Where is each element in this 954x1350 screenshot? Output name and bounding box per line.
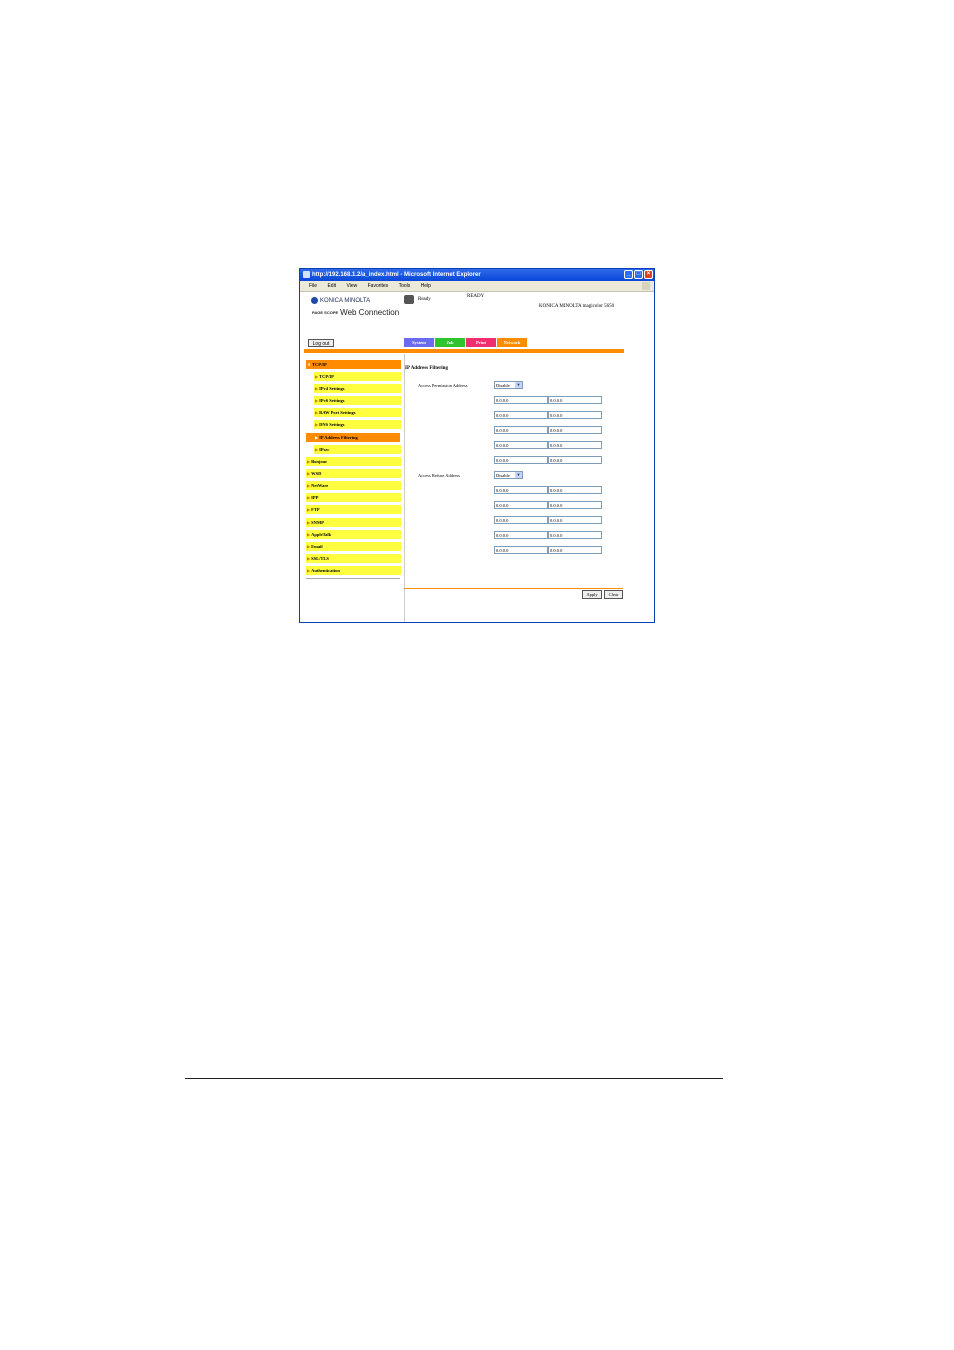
sidebar-item-wsd[interactable]: ▶WSD: [306, 469, 401, 478]
pagescope-web-connection-logo: PAGE SCOPE Web Connection: [312, 308, 400, 317]
minimize-button[interactable]: _: [624, 270, 633, 279]
sidebar-item-ftp[interactable]: ▶FTP: [306, 505, 401, 514]
permission-select[interactable]: Disable ▼: [494, 381, 523, 389]
sidebar-item-ipp[interactable]: ▶IPP: [306, 493, 401, 502]
permission-start-1[interactable]: 0.0.0.0: [494, 396, 548, 404]
sidebar-item-bonjour[interactable]: ▶Bonjour: [306, 457, 401, 466]
sidebar-item-raw-port-settings[interactable]: ▶RAW Port Settings: [314, 408, 401, 417]
menu-view[interactable]: View: [346, 283, 357, 289]
permission-label: Access Permission Address: [418, 383, 468, 388]
form-bottom-divider: [404, 588, 623, 589]
apply-button[interactable]: Apply: [582, 590, 602, 599]
permission-end-1[interactable]: 0.0.0.0: [548, 396, 602, 404]
sidebar-item-dns-settings[interactable]: ▶DNS Settings: [314, 420, 401, 429]
printer-model: KONICA MINOLTA magicolor 5650: [539, 304, 615, 309]
refuse-start-3[interactable]: 0.0.0.0: [494, 516, 548, 524]
refuse-end-5[interactable]: 0.0.0.0: [548, 546, 602, 554]
menu-help[interactable]: Help: [421, 283, 431, 289]
sidebar-item-appletalk[interactable]: ▶AppleTalk: [306, 530, 401, 539]
sidebar-item-tcpip[interactable]: ▶TCP/IP: [314, 372, 401, 381]
close-button[interactable]: ×: [644, 270, 653, 279]
sidebar-item-ssl-tls[interactable]: ▶SSL/TLS: [306, 554, 401, 563]
sidebar-divider: [306, 578, 400, 579]
chevron-down-icon: ▼: [515, 382, 522, 388]
refuse-start-1[interactable]: 0.0.0.0: [494, 486, 548, 494]
permission-start-3[interactable]: 0.0.0.0: [494, 426, 548, 434]
maximize-button[interactable]: □: [634, 270, 643, 279]
sidebar-item-authentication[interactable]: ▶Authentication: [306, 566, 401, 575]
tab-system[interactable]: System: [404, 338, 434, 347]
menu-favorites[interactable]: Favorites: [368, 283, 389, 289]
logout-button[interactable]: Log out: [308, 339, 334, 347]
menu-bar: File Edit View Favorites Tools Help: [300, 281, 654, 292]
title-bar: http://192.168.1.2/a_index.html - Micros…: [300, 269, 654, 281]
page-content: KONICA MINOLTA PAGE SCOPE Web Connection …: [301, 292, 653, 622]
status-icon-label: Ready: [418, 297, 431, 302]
sidebar-item-ipsec[interactable]: ▶IPsec: [314, 445, 401, 454]
sidebar-item-tcpip-group[interactable]: ▼TCP/IP: [306, 360, 401, 369]
sidebar-item-ipv4-settings[interactable]: ▶IPv4 Settings: [314, 384, 401, 393]
page-footer-rule: [185, 1078, 723, 1079]
tab-network[interactable]: Network: [497, 338, 527, 347]
refuse-start-5[interactable]: 0.0.0.0: [494, 546, 548, 554]
menu-file[interactable]: File: [309, 283, 317, 289]
permission-end-3[interactable]: 0.0.0.0: [548, 426, 602, 434]
page-title: IP Address Filtering: [405, 366, 448, 371]
clear-button[interactable]: Clear: [604, 590, 623, 599]
menu-tools[interactable]: Tools: [399, 283, 411, 289]
printer-status-icon: [404, 295, 414, 304]
sidebar-item-ip-address-filtering[interactable]: ▶IP Address Filtering: [306, 433, 400, 442]
sidebar-item-snmp[interactable]: ▶SNMP: [306, 518, 401, 527]
tab-underline-bar: [304, 349, 624, 353]
sidebar-item-email[interactable]: ▶Email: [306, 542, 401, 551]
status-text: READY: [467, 294, 485, 299]
tab-print[interactable]: Print: [466, 338, 496, 347]
refuse-end-1[interactable]: 0.0.0.0: [548, 486, 602, 494]
chevron-down-icon: ▼: [515, 472, 522, 478]
menu-edit[interactable]: Edit: [327, 283, 336, 289]
sidebar-item-ipv6-settings[interactable]: ▶IPv6 Settings: [314, 396, 401, 405]
permission-end-4[interactable]: 0.0.0.0: [548, 441, 602, 449]
refuse-label: Access Refuse Address: [418, 473, 460, 478]
ie-icon: [303, 271, 310, 278]
refuse-start-2[interactable]: 0.0.0.0: [494, 501, 548, 509]
permission-end-2[interactable]: 0.0.0.0: [548, 411, 602, 419]
tab-job[interactable]: Job: [435, 338, 465, 347]
windows-logo-icon: [642, 282, 650, 290]
permission-start-2[interactable]: 0.0.0.0: [494, 411, 548, 419]
refuse-start-4[interactable]: 0.0.0.0: [494, 531, 548, 539]
permission-start-4[interactable]: 0.0.0.0: [494, 441, 548, 449]
sidebar-item-netware[interactable]: ▶NetWare: [306, 481, 401, 490]
permission-start-5[interactable]: 0.0.0.0: [494, 456, 548, 464]
konica-minolta-logo: KONICA MINOLTA: [311, 297, 370, 304]
permission-end-5[interactable]: 0.0.0.0: [548, 456, 602, 464]
refuse-end-2[interactable]: 0.0.0.0: [548, 501, 602, 509]
window-title: http://192.168.1.2/a_index.html - Micros…: [312, 272, 481, 278]
refuse-end-4[interactable]: 0.0.0.0: [548, 531, 602, 539]
konica-globe-icon: [311, 297, 318, 304]
browser-window: http://192.168.1.2/a_index.html - Micros…: [299, 268, 655, 623]
sidebar: ▼TCP/IP ▶TCP/IP ▶IPv4 Settings ▶IPv6 Set…: [304, 354, 405, 622]
refuse-select[interactable]: Disable ▼: [494, 471, 523, 479]
refuse-end-3[interactable]: 0.0.0.0: [548, 516, 602, 524]
settings-panel: IP Address Filtering Access Permission A…: [405, 354, 625, 592]
